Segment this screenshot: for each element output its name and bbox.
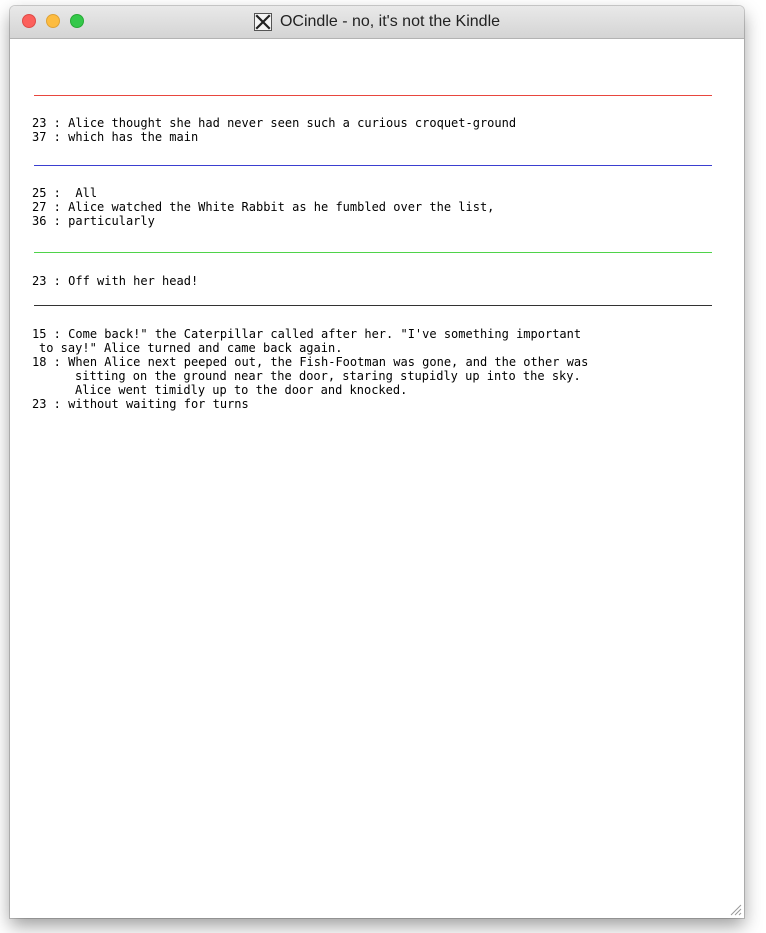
line-text: When Alice next peeped out, the Fish-Foo… [68, 355, 589, 369]
line-sep: : [46, 355, 69, 369]
group-4: 15 : Come back!" the Caterpillar called … [32, 327, 712, 411]
entry-line: 25 : All [32, 186, 712, 200]
title-wrap: OCindle - no, it's not the Kindle [10, 6, 744, 38]
app-window: OCindle - no, it's not the Kindle 23 : A… [10, 6, 744, 918]
entry-line: 27 : Alice watched the White Rabbit as h… [32, 200, 712, 214]
entry-line: 15 : Come back!" the Caterpillar called … [32, 327, 712, 341]
separator-blue [34, 165, 712, 166]
entry-line: 23 : Alice thought she had never seen su… [32, 116, 712, 130]
line-sep: : [46, 327, 69, 341]
entry-line: 18 : When Alice next peeped out, the Fis… [32, 355, 712, 369]
separator-green [34, 252, 712, 253]
line-text: particularly [68, 214, 155, 228]
line-sep: : [46, 200, 69, 214]
group-1: 23 : Alice thought she had never seen su… [32, 116, 712, 144]
line-number: 27 [32, 200, 47, 214]
resize-grip-icon[interactable] [728, 902, 742, 916]
line-text: Alice thought she had never seen such a … [68, 116, 517, 130]
line-number: 23 [32, 116, 47, 130]
line-number: 23 [32, 397, 47, 411]
line-text: Alice watched the White Rabbit as he fum… [68, 200, 495, 214]
separator-red [34, 95, 712, 96]
line-text: without waiting for turns [68, 397, 249, 411]
group-2: 25 : All 27 : Alice watched the White Ra… [32, 186, 712, 228]
line-text: Come back!" the Caterpillar called after… [68, 327, 582, 341]
separator-black [34, 305, 712, 306]
line-sep: : [46, 274, 69, 288]
entry-line: 36 : particularly [32, 214, 712, 228]
group-3: 23 : Off with her head! [32, 274, 712, 288]
line-number: 25 [32, 186, 47, 200]
line-number: 15 [32, 327, 47, 341]
line-number: 36 [32, 214, 47, 228]
line-sep: : [46, 186, 69, 200]
entry-continuation: Alice went timidly up to the door and kn… [75, 383, 408, 397]
line-text: All [68, 186, 98, 200]
line-number: 18 [32, 355, 47, 369]
title-bar[interactable]: OCindle - no, it's not the Kindle [10, 6, 744, 39]
line-sep: : [46, 214, 69, 228]
window-title: OCindle - no, it's not the Kindle [279, 13, 501, 30]
line-text: Off with her head! [68, 274, 199, 288]
entry-line: 23 : without waiting for turns [32, 397, 712, 411]
line-sep: : [46, 116, 69, 130]
line-number: 23 [32, 274, 47, 288]
entry-line: 37 : which has the main [32, 130, 712, 144]
line-sep: : [46, 130, 69, 144]
line-sep: : [46, 397, 69, 411]
entry-continuation: to say!" Alice turned and came back agai… [39, 341, 343, 355]
line-text: which has the main [68, 130, 199, 144]
line-number: 37 [32, 130, 47, 144]
entry-line: 23 : Off with her head! [32, 274, 712, 288]
text-canvas: 23 : Alice thought she had never seen su… [10, 39, 744, 918]
x11-icon [253, 13, 272, 31]
entry-continuation: sitting on the ground near the door, sta… [75, 369, 581, 383]
